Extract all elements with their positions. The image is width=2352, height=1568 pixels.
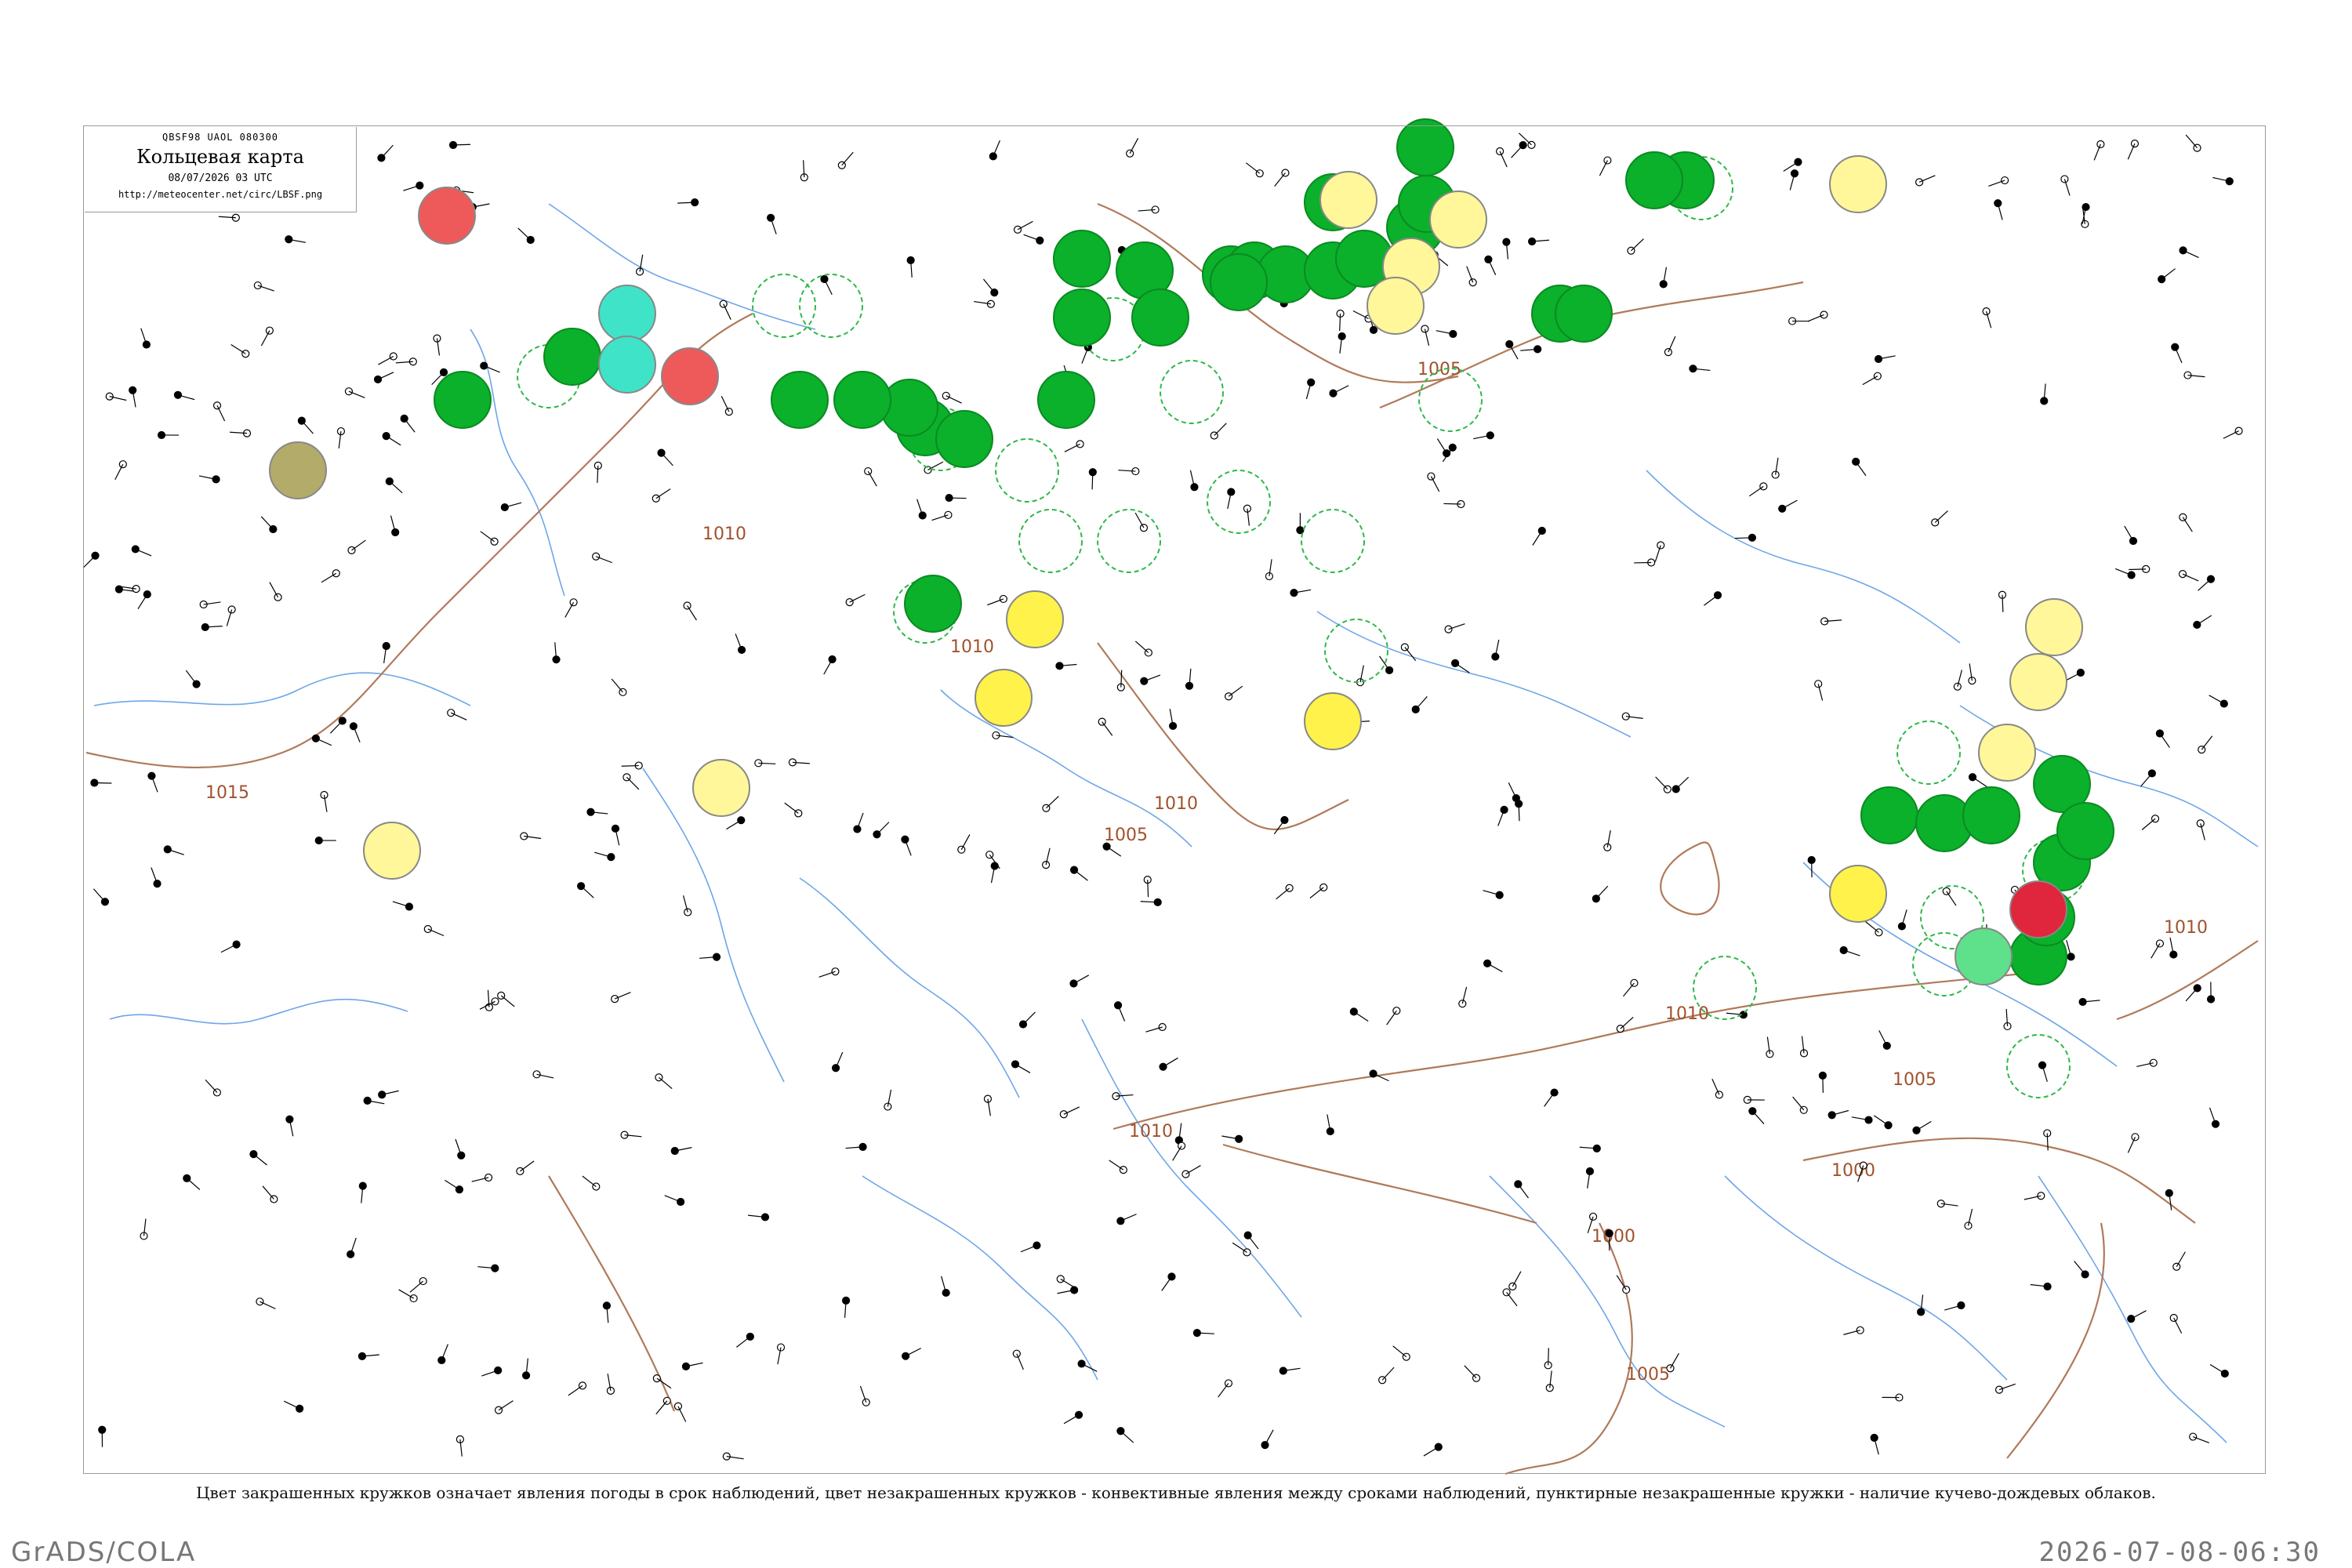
footer-timestamp: 2026-07-08-06:30 [2038, 1537, 2321, 1568]
map-frame [83, 125, 2266, 1474]
map-info-box: QBSF98 UAOL 080300 Кольцевая карта 08/07… [85, 127, 357, 212]
map-datetime: 08/07/2026 03 UTC [168, 172, 273, 184]
station-codes: QBSF98 UAOL 080300 [162, 132, 279, 143]
map-url: http://meteocenter.net/circ/LBSF.png [118, 189, 323, 200]
footer-software: GrADS/COLA [11, 1537, 197, 1568]
map-title: Кольцевая карта [136, 146, 304, 168]
legend-caption: Цвет закрашенных кружков означает явлени… [196, 1483, 2156, 1502]
